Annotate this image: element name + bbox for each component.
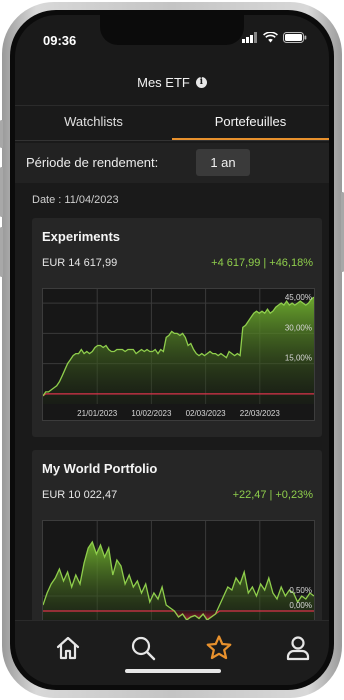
y-tick-label: 0,00% — [289, 601, 312, 610]
performance-chart-svg: 45,00% 30,00% 15,00% 21/01/2023 10/02/2023 02… — [42, 289, 315, 418]
performance-chart-svg: 0,50% 0,00% — [42, 521, 315, 625]
star-icon — [206, 635, 232, 660]
portfolio-change-percent: +0,23% — [275, 489, 313, 501]
page-title-text: Mes ETF — [137, 75, 190, 90]
silent-switch — [0, 120, 3, 148]
y-tick-label: 30,00% — [285, 323, 312, 332]
home-indicator — [125, 669, 221, 673]
portfolio-change-absolute: +22,47 — [232, 489, 267, 501]
nav-home[interactable] — [53, 633, 83, 663]
portfolio-name: My World Portfolio — [42, 461, 158, 476]
period-label: Période de rendement: — [26, 155, 159, 170]
y-tick-label: 45,00% — [285, 293, 312, 302]
x-tick-label: 02/03/2023 — [186, 409, 227, 418]
phone-screen: 09:36 Mes ETF i Watchlists Portefeuilles… — [15, 15, 329, 685]
performance-chart[interactable]: 45,00% 30,00% 15,00% 21/01/2023 10/02/2023 02… — [42, 288, 315, 421]
portfolio-card[interactable]: Experiments EUR 14 617,99 +4 617,99 | +46,… — [32, 218, 322, 437]
tab-bar: Watchlists Portefeuilles — [15, 105, 329, 141]
portfolio-change: +22,47 | +0,23% — [232, 489, 313, 501]
cellular-signal-icon — [242, 32, 257, 43]
x-tick-label: 21/01/2023 — [77, 409, 118, 418]
search-icon — [131, 636, 156, 661]
portfolio-card[interactable]: My World Portfolio EUR 10 022,47 +22,47 |… — [32, 450, 322, 625]
nav-favorites[interactable] — [204, 633, 234, 663]
y-tick-label: 15,00% — [285, 354, 312, 363]
volume-up-button — [0, 167, 3, 217]
user-icon — [286, 636, 310, 661]
series-area — [43, 297, 314, 404]
date-label: Date : 11/04/2023 — [32, 194, 119, 206]
performance-chart[interactable]: 0,50% 0,00% — [42, 520, 315, 625]
bottom-navigation — [15, 620, 329, 685]
x-tick-label: 10/02/2023 — [131, 409, 172, 418]
phone-frame: 09:36 Mes ETF i Watchlists Portefeuilles… — [0, 2, 344, 698]
wifi-icon — [263, 32, 278, 43]
y-tick-label: 0,50% — [289, 586, 312, 595]
portfolio-value: EUR 14 617,99 — [42, 257, 118, 269]
tab-watchlists[interactable]: Watchlists — [15, 106, 172, 140]
portfolio-change-absolute: +4 617,99 — [211, 257, 261, 269]
status-icons — [242, 32, 307, 43]
battery-icon — [283, 32, 307, 43]
portfolio-value: EUR 10 022,47 — [42, 489, 118, 501]
portfolio-change: +4 617,99 | +46,18% — [211, 257, 313, 269]
volume-down-button — [0, 227, 3, 277]
period-select-button[interactable]: 1 an — [196, 149, 250, 176]
portfolio-change-percent: +46,18% — [269, 257, 313, 269]
portfolio-name: Experiments — [42, 229, 121, 244]
info-icon[interactable]: i — [195, 77, 207, 88]
nav-profile[interactable] — [283, 633, 313, 663]
period-selector-row: Période de rendement: 1 an — [15, 143, 329, 183]
notch — [100, 15, 244, 45]
nav-search[interactable] — [128, 633, 158, 663]
tab-portefeuilles[interactable]: Portefeuilles — [172, 106, 329, 140]
status-time: 09:36 — [43, 33, 77, 48]
page-title: Mes ETF i — [15, 75, 329, 90]
x-tick-label: 22/03/2023 — [240, 409, 281, 418]
phone-bezel: 09:36 Mes ETF i Watchlists Portefeuilles… — [10, 10, 334, 690]
home-icon — [56, 636, 80, 660]
